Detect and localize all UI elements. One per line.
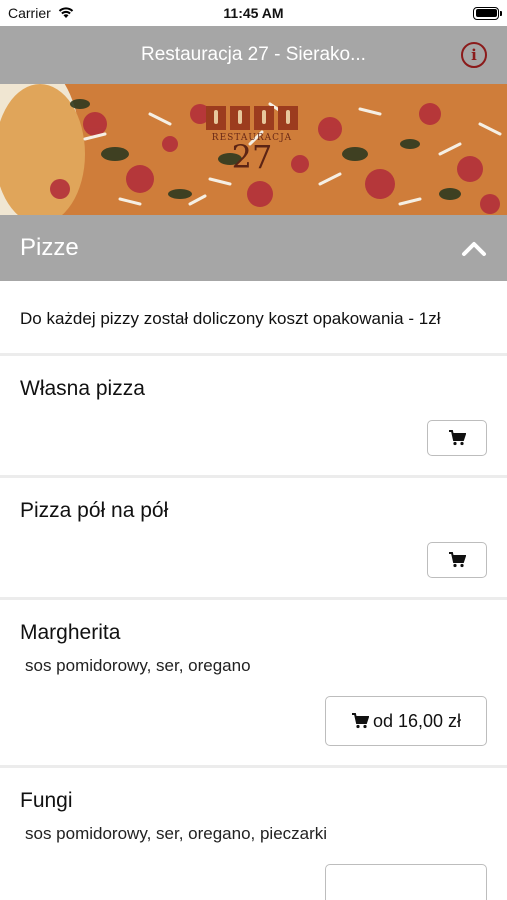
status-bar: Carrier 11:45 AM xyxy=(0,0,507,26)
cart-icon xyxy=(449,430,466,446)
add-to-cart-button[interactable] xyxy=(427,542,487,578)
add-to-cart-button[interactable]: od 16,00 zł xyxy=(325,696,487,746)
menu-item[interactable]: Fungi sos pomidorowy, ser, oregano, piec… xyxy=(0,768,507,900)
packaging-note: Do każdej pizzy został doliczony koszt o… xyxy=(0,281,507,356)
status-left: Carrier xyxy=(8,5,75,22)
category-title: Pizze xyxy=(20,234,79,261)
chevron-up-icon[interactable] xyxy=(461,235,487,261)
info-icon[interactable]: i xyxy=(461,42,487,68)
menu-item[interactable]: Margherita sos pomidorowy, ser, oregano … xyxy=(0,600,507,768)
nav-bar: Restauracja 27 - Sierako... i xyxy=(0,26,507,84)
cart-icon xyxy=(351,713,369,729)
item-description: sos pomidorowy, ser, oregano, pieczarki xyxy=(25,824,328,843)
menu-item[interactable]: Własna pizza xyxy=(0,356,507,478)
logo-number: 27 xyxy=(231,138,273,176)
item-name: Własna pizza xyxy=(20,377,145,400)
cart-icon xyxy=(449,552,466,568)
restaurant-banner: RESTAURACJA 27 xyxy=(0,84,507,215)
wifi-icon xyxy=(57,5,75,22)
battery-icon xyxy=(473,6,502,20)
item-description: sos pomidorowy, ser, oregano xyxy=(25,656,251,675)
add-to-cart-button[interactable] xyxy=(427,420,487,456)
menu-item[interactable]: Pizza pół na pół xyxy=(0,478,507,600)
carrier-label: Carrier xyxy=(8,5,51,21)
category-header-pizze[interactable]: Pizze xyxy=(0,215,507,281)
item-name: Margherita xyxy=(20,621,121,644)
item-name: Fungi xyxy=(20,789,73,812)
restaurant-logo: RESTAURACJA 27 xyxy=(204,106,300,176)
item-name: Pizza pół na pół xyxy=(20,499,169,522)
add-to-cart-button[interactable] xyxy=(325,864,487,900)
item-price: od 16,00 zł xyxy=(372,710,462,731)
status-time: 11:45 AM xyxy=(223,5,284,21)
nav-title: Restauracja 27 - Sierako... xyxy=(141,44,366,65)
